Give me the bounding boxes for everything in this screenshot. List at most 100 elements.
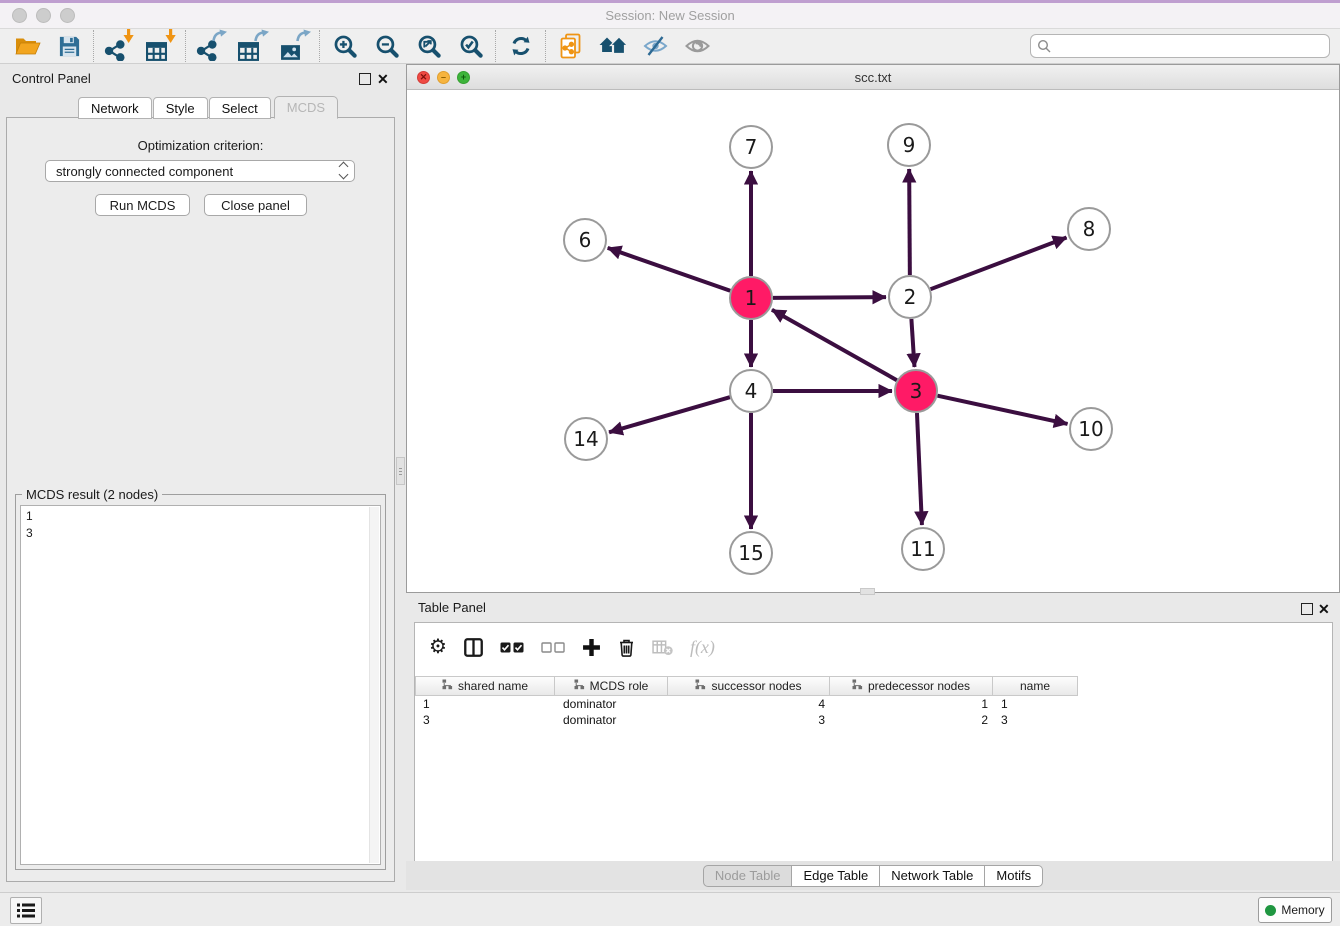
- column-header-shared-name[interactable]: shared name: [415, 676, 555, 696]
- task-history-button[interactable]: [10, 897, 42, 924]
- svg-text:4: 4: [745, 379, 758, 403]
- node-9[interactable]: 9: [888, 124, 930, 166]
- tab-mcds[interactable]: MCDS: [274, 96, 338, 119]
- svg-text:10: 10: [1078, 417, 1103, 441]
- node-4[interactable]: 4: [730, 370, 772, 412]
- refresh-icon: [508, 33, 534, 59]
- tab-node-table[interactable]: Node Table: [703, 865, 793, 887]
- table-row[interactable]: 1dominator411: [415, 696, 1332, 712]
- network-file-button[interactable]: [550, 30, 592, 62]
- node-11[interactable]: 11: [902, 528, 944, 570]
- column-header-name[interactable]: name: [993, 676, 1078, 696]
- search-field[interactable]: [1030, 34, 1330, 58]
- tab-network[interactable]: Network: [78, 97, 152, 119]
- hide-panels-button[interactable]: [634, 30, 676, 62]
- edge-3-10[interactable]: [937, 396, 1067, 424]
- run-mcds-button[interactable]: Run MCDS: [95, 194, 190, 216]
- edge-2-8[interactable]: [931, 238, 1067, 290]
- mcds-result-text[interactable]: 1 3: [20, 505, 381, 865]
- open-file-button[interactable]: [6, 30, 48, 62]
- cell-predecessor-nodes[interactable]: 2: [830, 713, 993, 727]
- node-8[interactable]: 8: [1068, 208, 1110, 250]
- refresh-button[interactable]: [500, 30, 542, 62]
- save-session-button[interactable]: [48, 30, 90, 62]
- search-input[interactable]: [1052, 36, 1329, 56]
- memory-button[interactable]: Memory: [1258, 897, 1332, 923]
- cell-name[interactable]: 3: [993, 713, 1078, 727]
- add-column-icon[interactable]: [582, 638, 601, 657]
- import-table-button[interactable]: [140, 30, 182, 62]
- export-table-button[interactable]: [232, 30, 274, 62]
- cell-shared-name[interactable]: 3: [415, 713, 555, 727]
- cell-shared-name[interactable]: 1: [415, 697, 555, 711]
- hide-all-columns-icon[interactable]: [541, 642, 565, 653]
- edge-3-1[interactable]: [772, 310, 897, 380]
- column-header-successor-nodes[interactable]: successor nodes: [668, 676, 830, 696]
- tab-edge-table[interactable]: Edge Table: [791, 865, 880, 887]
- export-image-button[interactable]: [274, 30, 316, 62]
- table-row[interactable]: 3dominator323: [415, 712, 1332, 728]
- open-file-icon: [14, 35, 41, 57]
- node-14[interactable]: 14: [565, 418, 607, 460]
- cell-MCDS-role[interactable]: dominator: [555, 713, 668, 727]
- criterion-dropdown[interactable]: strongly connected component: [45, 160, 355, 182]
- table-panel-close-icon[interactable]: ✕: [1318, 603, 1330, 615]
- tab-select[interactable]: Select: [209, 97, 271, 119]
- node-1[interactable]: 1: [730, 277, 772, 319]
- cell-predecessor-nodes[interactable]: 1: [830, 697, 993, 711]
- table-header-row: shared nameMCDS rolesuccessor nodesprede…: [415, 676, 1078, 696]
- network-table-splitter-handle[interactable]: [860, 588, 875, 595]
- node-3[interactable]: 3: [895, 370, 937, 412]
- edge-1-2[interactable]: [773, 297, 886, 298]
- export-network-button[interactable]: [190, 30, 232, 62]
- tab-network-table[interactable]: Network Table: [879, 865, 985, 887]
- toolbar-separator: [319, 30, 321, 62]
- import-network-button[interactable]: [98, 30, 140, 62]
- svg-text:3: 3: [910, 379, 923, 403]
- result-scrollbar[interactable]: [369, 507, 379, 863]
- close-panel-button[interactable]: Close panel: [204, 194, 307, 216]
- edge-3-11[interactable]: [917, 413, 922, 525]
- show-panels-button[interactable]: [676, 30, 718, 62]
- fit-content-button[interactable]: [408, 30, 450, 62]
- table-panel-float-icon[interactable]: [1301, 603, 1313, 615]
- gear-icon[interactable]: ⚙: [429, 637, 447, 657]
- control-panel-close-icon[interactable]: ✕: [377, 73, 389, 85]
- zoom-selected-button[interactable]: [450, 30, 492, 62]
- node-7[interactable]: 7: [730, 126, 772, 168]
- import-table-icon: [146, 31, 176, 61]
- edge-2-9[interactable]: [909, 169, 910, 275]
- node-15[interactable]: 15: [730, 532, 772, 574]
- node-2[interactable]: 2: [889, 276, 931, 318]
- cell-MCDS-role[interactable]: dominator: [555, 697, 668, 711]
- node-6[interactable]: 6: [564, 219, 606, 261]
- home-icon: [598, 35, 629, 58]
- cell-successor-nodes[interactable]: 4: [668, 697, 830, 711]
- cell-successor-nodes[interactable]: 3: [668, 713, 830, 727]
- node-10[interactable]: 10: [1070, 408, 1112, 450]
- network-window-title: scc.txt: [407, 70, 1339, 85]
- mcds-result-groupbox: MCDS result (2 nodes) 1 3: [15, 494, 386, 870]
- column-header-MCDS-role[interactable]: MCDS role: [555, 676, 668, 696]
- main-toolbar: [0, 29, 1340, 64]
- cell-name[interactable]: 1: [993, 697, 1078, 711]
- network-canvas[interactable]: 7 9 6 8 1 2 4 3 14 10 15 11: [407, 90, 1339, 592]
- svg-text:9: 9: [903, 133, 916, 157]
- tab-style[interactable]: Style: [153, 97, 208, 119]
- edge-4-14[interactable]: [609, 397, 730, 432]
- delete-column-icon[interactable]: [618, 638, 635, 657]
- control-panel-float-icon[interactable]: [359, 73, 371, 85]
- edge-2-3[interactable]: [911, 319, 914, 367]
- home-button[interactable]: [592, 30, 634, 62]
- show-all-columns-icon[interactable]: [500, 642, 524, 653]
- tab-motifs[interactable]: Motifs: [984, 865, 1043, 887]
- network-window-titlebar[interactable]: ✕ – + scc.txt: [407, 65, 1339, 90]
- edge-1-6[interactable]: [608, 248, 731, 291]
- panel-splitter-handle[interactable]: [396, 457, 405, 485]
- zoom-in-button[interactable]: [324, 30, 366, 62]
- control-panel-title: Control Panel: [12, 71, 91, 86]
- split-columns-icon[interactable]: [464, 638, 483, 657]
- zoom-out-button[interactable]: [366, 30, 408, 62]
- column-header-predecessor-nodes[interactable]: predecessor nodes: [830, 676, 993, 696]
- toolbar-separator: [93, 30, 95, 62]
